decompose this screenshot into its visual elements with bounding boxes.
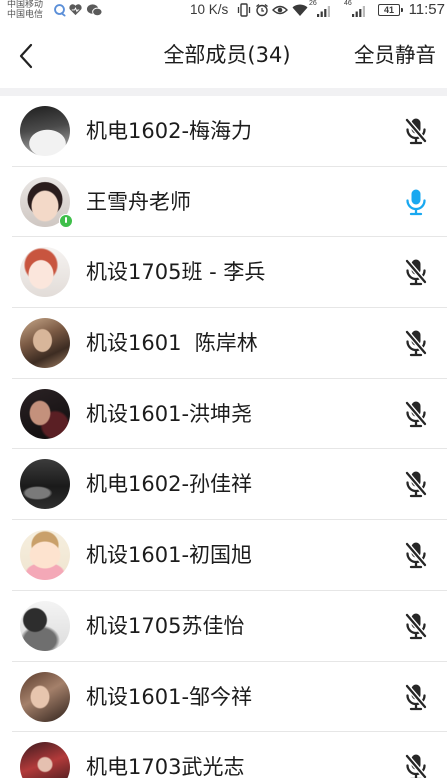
- member-row[interactable]: 机设1705班 - 李兵: [0, 237, 447, 308]
- battery-icon: 41: [378, 4, 403, 16]
- member-avatar[interactable]: [20, 176, 73, 228]
- member-row[interactable]: 机电1703武光志: [0, 732, 447, 778]
- member-name: 机设1601-初国旭: [86, 543, 253, 568]
- member-row[interactable]: 机电1602-梅海力: [0, 96, 447, 167]
- member-avatar[interactable]: [20, 742, 70, 778]
- back-button[interactable]: [14, 40, 40, 72]
- network-speed: 10 K/s: [190, 2, 229, 17]
- mic-muted-icon[interactable]: [404, 329, 428, 357]
- member-list[interactable]: 机电1602-梅海力 王雪舟老师 机设1705班 - 李兵 机设1601 陈岸林…: [0, 96, 447, 778]
- member-name: 机电1602-梅海力: [86, 119, 253, 143]
- mic-muted-icon[interactable]: [404, 470, 428, 498]
- carrier-2-label: 中国电信: [7, 10, 44, 20]
- alarm-icon: [256, 3, 268, 17]
- heart-app-icon: [69, 4, 82, 16]
- member-avatar[interactable]: [20, 247, 70, 298]
- status-bar: 中国移动 中国电信 10 K/s 26 46 41 11:57: [0, 0, 447, 20]
- eye-comfort-icon: [272, 5, 288, 15]
- member-name: 王雪舟老师: [86, 189, 191, 214]
- signal-1-icon: [317, 6, 330, 17]
- member-name: 机电1703武光志: [86, 755, 245, 778]
- member-avatar[interactable]: [20, 671, 70, 722]
- mic-muted-icon[interactable]: [404, 541, 428, 569]
- mic-muted-icon[interactable]: [404, 683, 428, 711]
- member-name: 机设1601-洪坤尧: [86, 401, 253, 426]
- page-title: 全部成员(34): [163, 43, 291, 67]
- member-avatar[interactable]: [20, 318, 70, 369]
- member-name: 机设1601 陈岸林: [86, 331, 258, 356]
- nav-header: 全部成员(34) 全员静音: [0, 20, 447, 88]
- mic-muted-icon[interactable]: [404, 753, 428, 778]
- member-avatar[interactable]: [20, 106, 70, 156]
- member-avatar[interactable]: [20, 388, 70, 439]
- mic-muted-icon[interactable]: [404, 258, 428, 286]
- signal-2-icon: [352, 6, 365, 17]
- back-arrow-icon: [19, 43, 33, 69]
- member-avatar[interactable]: [20, 459, 70, 510]
- member-row[interactable]: 机设1601-初国旭: [0, 520, 447, 591]
- member-name: 机设1705苏佳怡: [86, 613, 245, 638]
- carrier-1-label: 中国移动: [7, 0, 44, 10]
- mute-all-button[interactable]: 全员静音: [354, 40, 436, 70]
- qq-icon: [54, 4, 66, 17]
- member-row[interactable]: 机设1601 陈岸林: [0, 308, 447, 379]
- member-row[interactable]: 机电1602-孙佳祥: [0, 449, 447, 520]
- signal-1-label: 26: [309, 0, 317, 7]
- wechat-icon: [86, 4, 103, 17]
- wifi-icon: [292, 4, 308, 16]
- clock-time: 11:57: [408, 1, 445, 18]
- member-row[interactable]: 王雪舟老师: [0, 167, 447, 238]
- member-name: 机设1705班 - 李兵: [86, 260, 266, 285]
- member-avatar[interactable]: [20, 600, 70, 651]
- signal-2-label: 46: [344, 0, 352, 7]
- member-name: 机电1602-孙佳祥: [86, 472, 253, 497]
- status-badge-icon: [59, 213, 73, 228]
- member-row[interactable]: 机设1601-洪坤尧: [0, 379, 447, 450]
- mic-muted-icon[interactable]: [404, 612, 428, 640]
- section-divider-band: [0, 88, 447, 96]
- member-name: 机设1601-邹今祥: [86, 684, 253, 709]
- vibrate-icon: [237, 3, 251, 17]
- carrier-labels: 中国移动 中国电信: [7, 0, 43, 20]
- member-avatar[interactable]: [20, 530, 70, 581]
- member-row[interactable]: 机设1601-邹今祥: [0, 662, 447, 733]
- mic-icon[interactable]: [404, 188, 428, 216]
- mic-muted-icon[interactable]: [404, 400, 428, 428]
- mic-muted-icon[interactable]: [404, 117, 428, 145]
- member-row[interactable]: 机设1705苏佳怡: [0, 591, 447, 662]
